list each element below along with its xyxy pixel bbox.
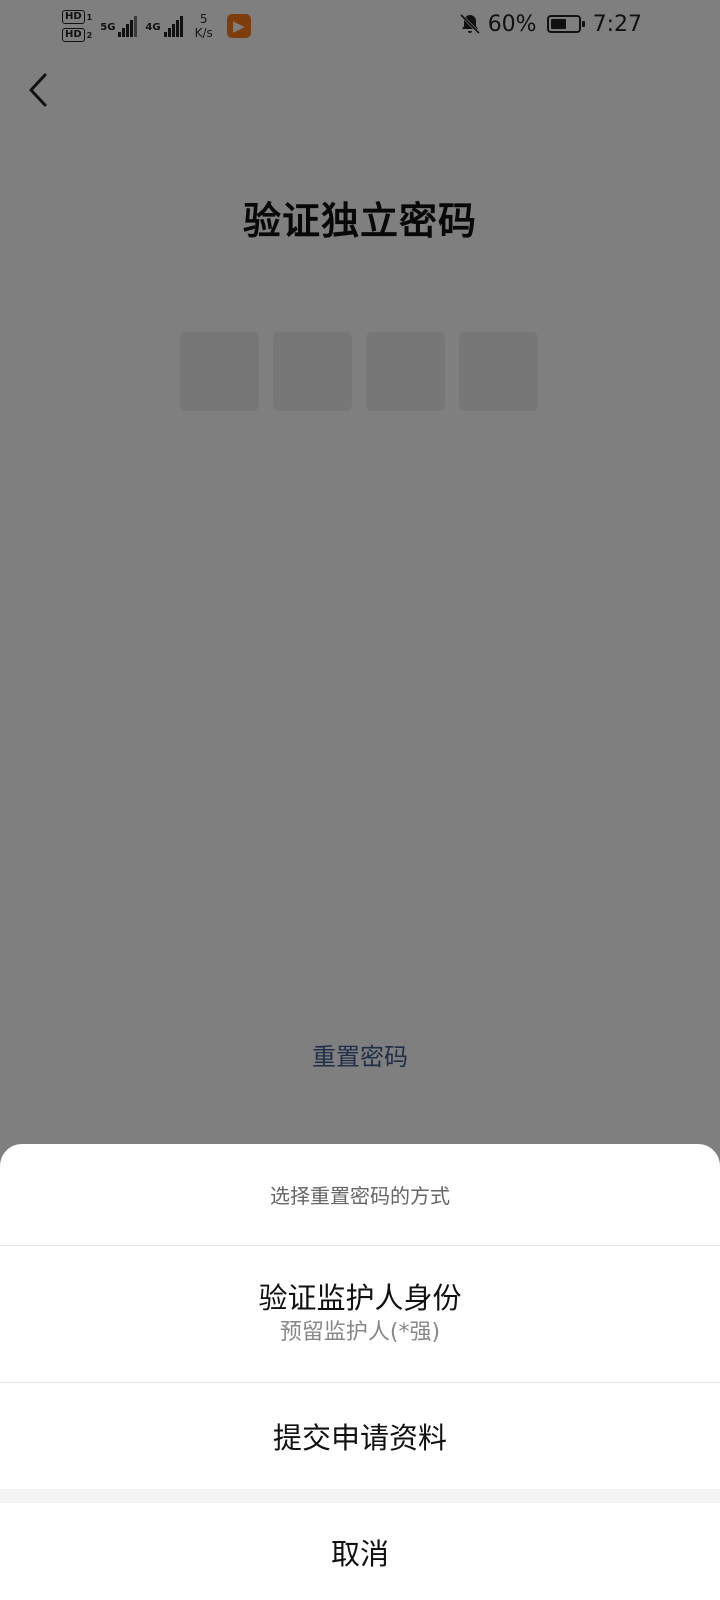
sheet-title: 选择重置密码的方式 bbox=[270, 1184, 450, 1208]
cancel-button[interactable]: 取消 bbox=[0, 1503, 720, 1600]
reset-method-sheet: 选择重置密码的方式 验证监护人身份 预留监护人(*强) 提交申请资料 取消 bbox=[0, 1144, 720, 1600]
reserved-guardian-label: 预留监护人(*强) bbox=[279, 1320, 441, 1345]
screen: HD 1 HD 2 5G 4G bbox=[0, 0, 720, 1600]
verify-guardian-option[interactable]: 验证监护人身份 预留监护人(*强) bbox=[0, 1246, 720, 1382]
verify-guardian-label: 验证监护人身份 bbox=[258, 1281, 462, 1315]
submit-materials-option[interactable]: 提交申请资料 bbox=[0, 1383, 720, 1489]
submit-materials-label: 提交申请资料 bbox=[272, 1421, 447, 1455]
cancel-label: 取消 bbox=[330, 1536, 389, 1571]
sheet-separator bbox=[0, 1489, 720, 1503]
